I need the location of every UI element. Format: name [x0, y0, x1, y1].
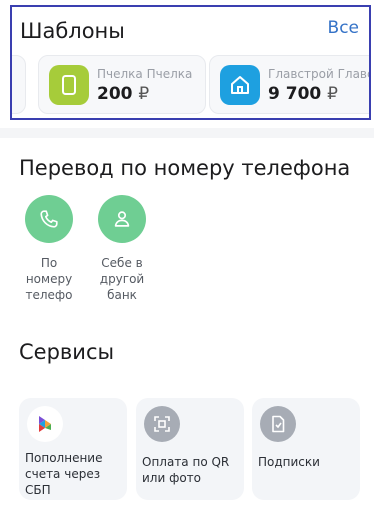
card-icon — [49, 65, 89, 105]
template-amount: 200 ₽ — [97, 84, 150, 104]
service-qr-payment[interactable]: Оплата по QR или фото — [136, 398, 244, 500]
sbp-icon — [27, 406, 63, 442]
templates-title: Шаблоны — [20, 19, 125, 43]
templates-section: Шаблоны Все Пчелка Пчелка 200 ₽ Главстро… — [10, 5, 371, 120]
section-divider — [0, 128, 374, 138]
home-icon — [220, 65, 260, 105]
service-sbp-topup[interactable]: Пополнение счета через СБП — [19, 398, 127, 500]
service-subscriptions[interactable]: Подписки — [252, 398, 360, 500]
subscription-icon — [260, 406, 296, 442]
template-name: Главстрой Главстрой — [268, 67, 369, 81]
template-card[interactable]: Пчелка Пчелка 200 ₽ — [38, 55, 206, 114]
template-name: Пчелка Пчелка — [97, 67, 193, 81]
services-title: Сервисы — [19, 340, 115, 364]
phone-transfer-title: Перевод по номеру телефона — [19, 156, 351, 180]
service-label: Подписки — [258, 455, 320, 469]
template-card-partial[interactable] — [12, 55, 26, 114]
phone-icon — [25, 195, 73, 243]
service-label: Пополнение счета через СБП — [25, 451, 103, 497]
phone-transfer-label: Себе в другой банк — [99, 256, 145, 302]
phone-transfer-by-number[interactable]: По номеру телефо — [19, 195, 79, 303]
qr-scan-icon — [144, 406, 180, 442]
template-amount: 9 700 ₽ — [268, 84, 338, 104]
templates-all-link[interactable]: Все — [328, 18, 359, 38]
service-label: Оплата по QR или фото — [142, 455, 230, 485]
phone-transfer-label: По номеру телефо — [25, 256, 73, 302]
template-card[interactable]: Главстрой Главстрой 9 700 ₽ — [209, 55, 369, 114]
person-icon — [98, 195, 146, 243]
phone-transfer-other-bank[interactable]: Себе в другой банк — [92, 195, 152, 303]
